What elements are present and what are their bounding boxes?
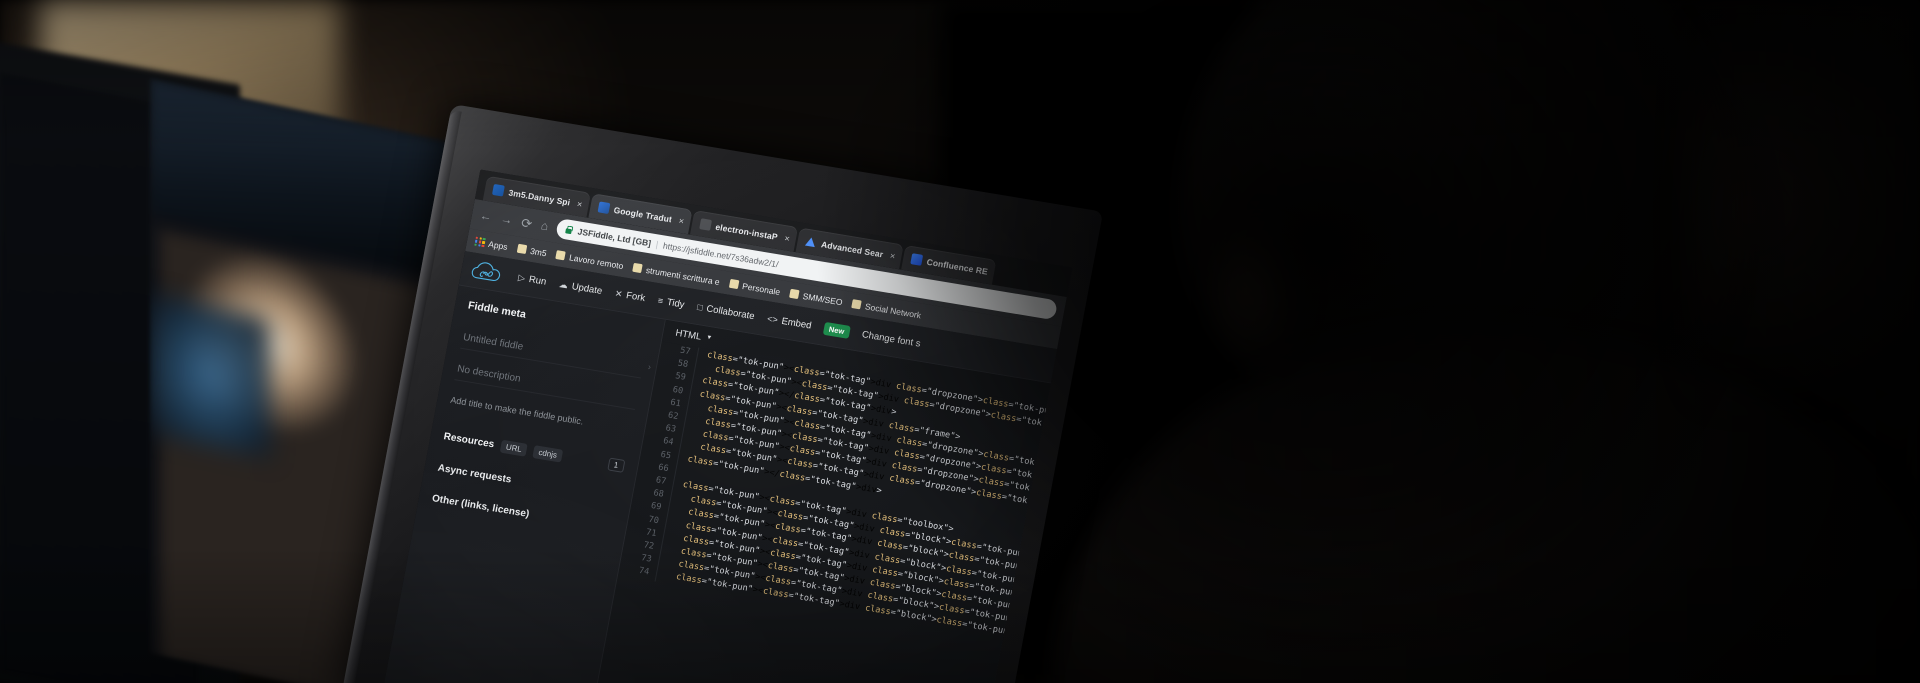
- bookmark-label: Personale: [741, 280, 782, 297]
- fork-button[interactable]: ✕ Fork: [614, 288, 646, 304]
- bookmark-folder-smm-seo[interactable]: SMM/SEO: [789, 288, 843, 307]
- fork-label: Fork: [625, 289, 647, 304]
- tab-title: Advanced Sear: [820, 238, 885, 259]
- confluence-icon: [910, 253, 924, 266]
- person-rim-light: [1215, 215, 1305, 365]
- run-button[interactable]: ▷ Run: [517, 272, 547, 287]
- bookmark-label: Apps: [487, 238, 509, 252]
- play-icon: ▷: [517, 271, 527, 283]
- close-icon[interactable]: ×: [678, 215, 685, 226]
- tidy-label: Tidy: [666, 296, 686, 311]
- outlook-icon: [491, 183, 505, 197]
- bookmark-label: 3m5: [529, 245, 548, 258]
- folder-icon: [632, 262, 643, 274]
- embed-button[interactable]: <> Embed: [766, 313, 812, 331]
- folder-icon: [555, 250, 567, 261]
- close-icon[interactable]: ×: [784, 233, 791, 244]
- tab-title: Confluence RE: [926, 256, 989, 277]
- lock-icon: [564, 225, 574, 235]
- sidebar-collapse-chevron-icon[interactable]: ›: [647, 362, 652, 372]
- folder-icon: [789, 288, 800, 300]
- bookmark-label: Social Network: [864, 300, 923, 320]
- bookmark-folder-personale[interactable]: Personale: [728, 278, 782, 297]
- site-identity-label: JSFiddle, Ltd [GB]: [576, 226, 652, 249]
- async-requests-link[interactable]: Async requests: [437, 462, 620, 503]
- generic-circle-icon: [698, 218, 712, 231]
- forward-icon[interactable]: →: [499, 212, 513, 228]
- code-brackets-icon: <>: [766, 313, 779, 326]
- lines-icon: ≡: [656, 295, 665, 307]
- back-icon[interactable]: ←: [479, 208, 493, 224]
- tidy-button[interactable]: ≡ Tidy: [656, 295, 686, 311]
- fork-icon: ✕: [614, 287, 624, 299]
- screenshot-stage: 3m5.Danny Spi × Google Tradut × electron…: [0, 0, 1920, 683]
- apps-grid-icon: [474, 236, 486, 248]
- resources-count-badge: 1: [606, 457, 626, 473]
- resources-row[interactable]: Resources URL cdnjs 1: [443, 430, 626, 473]
- new-badge: New: [822, 321, 851, 339]
- cloud-upload-icon: ☁: [558, 278, 569, 290]
- home-icon[interactable]: ⌂: [540, 218, 550, 233]
- background-photo-blue-glow: [150, 293, 270, 459]
- folder-icon: [728, 278, 740, 290]
- update-button[interactable]: ☁ Update: [558, 278, 603, 296]
- update-label: Update: [570, 280, 604, 297]
- chat-icon: □: [696, 301, 704, 313]
- resources-cdnjs-tab[interactable]: cdnjs: [532, 444, 564, 463]
- reload-icon[interactable]: ⟳: [520, 215, 534, 232]
- omnibox-separator: |: [655, 239, 660, 250]
- collaborate-button[interactable]: □ Collaborate: [696, 301, 756, 322]
- google-translate-icon: [597, 201, 610, 214]
- folder-icon: [516, 243, 528, 255]
- embed-label: Embed: [780, 315, 813, 332]
- html-editor-panel: HTML ▼ 57 58 59 60 61 62 63 64 65 66 67 68 69 70 71 72 7…: [588, 319, 1051, 683]
- run-label: Run: [528, 273, 548, 288]
- bookmark-apps[interactable]: Apps: [474, 236, 509, 252]
- close-icon[interactable]: ×: [576, 198, 583, 209]
- bookmark-folder-3m5[interactable]: 3m5: [516, 243, 548, 258]
- collaborate-label: Collaborate: [705, 302, 756, 322]
- tab-title: Google Tradut: [612, 204, 673, 224]
- other-links-license-link[interactable]: Other (links, license): [431, 493, 614, 534]
- change-font-size-button[interactable]: Change font s: [861, 329, 921, 349]
- tab-title: electron-instaP: [714, 221, 779, 242]
- resources-label: Resources: [442, 430, 496, 450]
- panel-language-label: HTML: [674, 327, 703, 343]
- chevron-down-icon[interactable]: ▼: [706, 335, 713, 342]
- folder-icon: [851, 299, 863, 310]
- bookmark-label: Lavoro remoto: [568, 251, 625, 271]
- resources-url-tab[interactable]: URL: [499, 439, 528, 457]
- bookmark-label: SMM/SEO: [801, 290, 844, 307]
- jsfiddle-cloud-logo[interactable]: [470, 259, 508, 286]
- background-right-rimlight: [1690, 0, 1920, 420]
- tab-title: 3m5.Danny Spi: [507, 187, 572, 208]
- blue-triangle-icon: [805, 236, 818, 249]
- close-icon[interactable]: ×: [889, 250, 896, 261]
